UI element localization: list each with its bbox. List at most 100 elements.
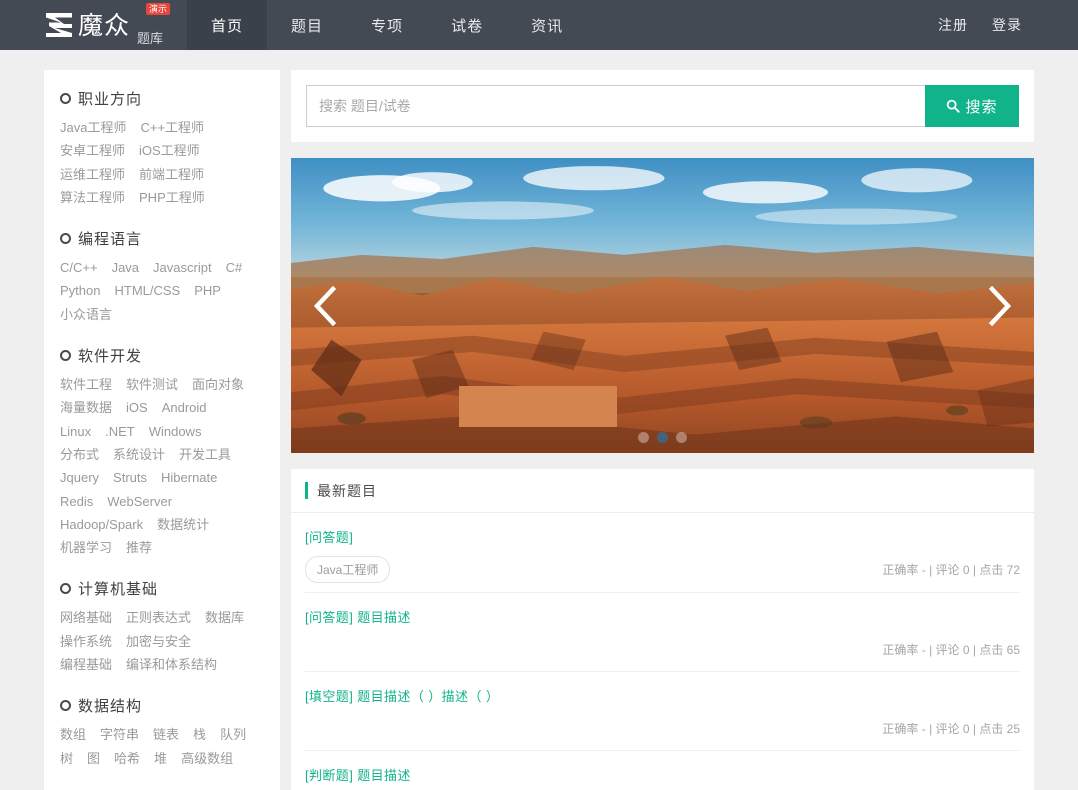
sidebar-tag[interactable]: 链表 xyxy=(153,728,179,743)
search-row: 搜索 xyxy=(306,85,1019,127)
question-title-link[interactable]: [判断题] 题目描述 xyxy=(305,765,411,784)
sidebar-tag[interactable]: C/C++ xyxy=(60,260,98,275)
nav-item-questions[interactable]: 题目 xyxy=(267,0,347,50)
carousel-dot[interactable] xyxy=(657,432,668,443)
sidebar-tag[interactable]: 栈 xyxy=(193,728,206,743)
sidebar-tag-list: C/C++ Java Javascript C# Python HTML/CSS PHP 小众… xyxy=(60,260,264,331)
sidebar-tag[interactable]: 操作系统 xyxy=(60,634,112,649)
site-header: 魔众 题库 演示 首页 题目 专项 试卷 资讯 注册 登录 xyxy=(0,0,1078,50)
sidebar-tag[interactable]: 软件测试 xyxy=(126,377,178,392)
question-stats: 正确率 - | 评论 0 | 点击 25 xyxy=(882,721,1020,736)
sidebar-tag[interactable]: 系统设计 xyxy=(113,447,165,462)
sidebar-tag[interactable]: 图 xyxy=(87,751,100,766)
sidebar-tag[interactable]: 机器学习 xyxy=(60,540,112,555)
question-title-link[interactable]: [问答题] xyxy=(305,527,353,546)
question-list-item: [问答题] 题目描述正确率 - | 评论 0 | 点击 65 xyxy=(291,593,1034,672)
question-list-item: [问答题] Java工程师 正确率 - | 评论 0 | 点击 72 xyxy=(291,513,1034,593)
sidebar-tag[interactable]: Struts xyxy=(113,470,147,485)
main-column: 搜索 题目/试卷 搜索 最新题目 [问答题] Java工程师 正确率 - | 评… xyxy=(291,70,1034,790)
sidebar-tag[interactable]: Python xyxy=(60,284,100,299)
logo[interactable]: 魔众 题库 演示 xyxy=(0,0,177,50)
sidebar-tag[interactable]: 算法工程师 xyxy=(60,190,125,205)
banner-carousel[interactable] xyxy=(291,158,1034,453)
sidebar-group: 软件开发 软件工程 软件测试 面向对象 海量数据 iOS Android Linux .NET W… xyxy=(44,345,280,564)
carousel-dot[interactable] xyxy=(638,432,649,443)
sidebar-tag[interactable]: Java xyxy=(112,260,139,275)
sidebar-tag[interactable]: 小众语言 xyxy=(60,307,112,322)
question-category-chip[interactable]: Java工程师 xyxy=(305,556,391,583)
sidebar-tag[interactable]: iOS工程师 xyxy=(139,143,200,158)
search-button[interactable]: 搜索 xyxy=(925,85,1019,127)
sidebar-tag[interactable]: 数据库 xyxy=(205,611,244,626)
sidebar-tag[interactable]: 面向对象 xyxy=(192,377,244,392)
sidebar-tag[interactable]: 数据统计 xyxy=(157,517,209,532)
sidebar-tag[interactable]: Linux xyxy=(60,424,91,439)
sidebar-tag[interactable]: 高级数组 xyxy=(181,751,233,766)
sidebar-tag[interactable]: Android xyxy=(162,401,207,416)
sidebar-tag[interactable]: 安卓工程师 xyxy=(60,143,125,158)
question-list-item: [填空题] 题目描述（ ）描述（ ） 正确率 - | 评论 0 | 点击 25 xyxy=(291,672,1034,751)
sidebar-tag[interactable]: Windows xyxy=(149,424,202,439)
sidebar-tag[interactable]: 加密与安全 xyxy=(126,634,191,649)
sidebar-tag[interactable]: 编程基础 xyxy=(60,657,112,672)
sidebar-tag[interactable]: C++工程师 xyxy=(140,120,204,135)
sidebar-tag[interactable]: 开发工具 xyxy=(179,447,231,462)
sidebar-tag[interactable]: .NET xyxy=(105,424,135,439)
sidebar-tag[interactable]: 海量数据 xyxy=(60,401,112,416)
circle-outline-icon xyxy=(60,583,71,595)
sidebar-group: 计算机基础 网络基础 正则表达式 数据库 操作系统 加密与安全 编程基础 编译和体系结构 xyxy=(44,578,280,681)
carousel-dot[interactable] xyxy=(676,432,687,443)
sidebar-tag[interactable]: Javascript xyxy=(153,260,212,275)
sidebar-tag[interactable]: 网络基础 xyxy=(60,611,112,626)
sidebar-tag-list: 数组 字符串 链表栈队列树图哈希堆高级数组 xyxy=(60,728,264,775)
sidebar-tag[interactable]: 前端工程师 xyxy=(139,167,204,182)
nav-item-special[interactable]: 专项 xyxy=(347,0,427,50)
carousel-next-button[interactable] xyxy=(976,283,1022,329)
sidebar-tag[interactable]: 分布式 xyxy=(60,447,99,462)
panel-title: 最新题目 xyxy=(317,482,377,499)
sidebar-tag[interactable]: HTML/CSS xyxy=(114,284,180,299)
question-meta-row: 正确率 - | 评论 0 | 点击 25 xyxy=(305,715,1020,751)
logo-subtitle: 题库 xyxy=(137,31,164,46)
sidebar-tag[interactable]: WebServer xyxy=(107,494,172,509)
question-stats: 正确率 - | 评论 0 | 点击 65 xyxy=(882,642,1020,657)
sidebar-tag[interactable]: 运维工程师 xyxy=(60,167,125,182)
sidebar-group-title: 数据结构 xyxy=(78,698,143,716)
sidebar-tag[interactable]: 软件工程 xyxy=(60,377,112,392)
sidebar-tag[interactable]: PHP工程师 xyxy=(139,190,205,205)
nav-item-home[interactable]: 首页 xyxy=(187,0,268,50)
sidebar-tag[interactable]: C# xyxy=(226,260,243,275)
sidebar-tag[interactable]: 堆 xyxy=(154,751,167,766)
sidebar-tag[interactable]: PHP xyxy=(194,284,221,299)
search-button-label: 搜索 xyxy=(965,98,998,116)
question-title-link[interactable]: [填空题] 题目描述（ ）描述（ ） xyxy=(305,686,499,705)
sidebar-tag[interactable]: 字符串 xyxy=(100,728,139,743)
sidebar-tag[interactable]: 数组 xyxy=(60,728,86,743)
sidebar-tag[interactable]: Hibernate xyxy=(161,470,217,485)
login-link[interactable]: 登录 xyxy=(980,15,1034,35)
sidebar-tag[interactable]: 编译和体系结构 xyxy=(126,657,217,672)
circle-outline-icon xyxy=(60,93,71,104)
main-nav: 首页 题目 专项 试卷 资讯 xyxy=(187,0,587,50)
sidebar-tag[interactable]: iOS xyxy=(126,401,148,416)
sidebar-tag-list: 网络基础 正则表达式 数据库操作系统 加密与安全 编程基础 编译和体系结构 xyxy=(60,611,264,681)
sidebar-tag[interactable]: Hadoop/Spark xyxy=(60,517,143,532)
question-meta-row: Java工程师 正确率 - | 评论 0 | 点击 72 xyxy=(305,556,1020,593)
sidebar-tag[interactable]: 树 xyxy=(60,751,73,766)
sidebar-tag[interactable]: Jquery xyxy=(60,470,99,485)
nav-item-news[interactable]: 资讯 xyxy=(507,0,587,50)
nav-item-papers[interactable]: 试卷 xyxy=(427,0,507,50)
sidebar-tag[interactable]: 推荐 xyxy=(126,540,152,555)
carousel-prev-button[interactable] xyxy=(303,283,349,329)
sidebar-group-title: 职业方向 xyxy=(78,91,143,108)
sidebar-tag[interactable]: Java工程师 xyxy=(60,120,126,135)
search-input[interactable] xyxy=(306,85,925,127)
register-link[interactable]: 注册 xyxy=(926,15,980,35)
question-title-link[interactable]: [问答题] 题目描述 xyxy=(305,607,411,626)
sidebar-tag[interactable]: 队列 xyxy=(220,728,246,743)
sidebar-tag[interactable]: Redis xyxy=(60,494,93,509)
sidebar-tag[interactable]: 正则表达式 xyxy=(126,611,191,626)
sigma-logo-icon xyxy=(46,13,72,37)
sidebar-tag[interactable]: 哈希 xyxy=(114,751,140,766)
sidebar-group: 数据结构数组 字符串 链表栈队列树图哈希堆高级数组 xyxy=(44,695,280,775)
